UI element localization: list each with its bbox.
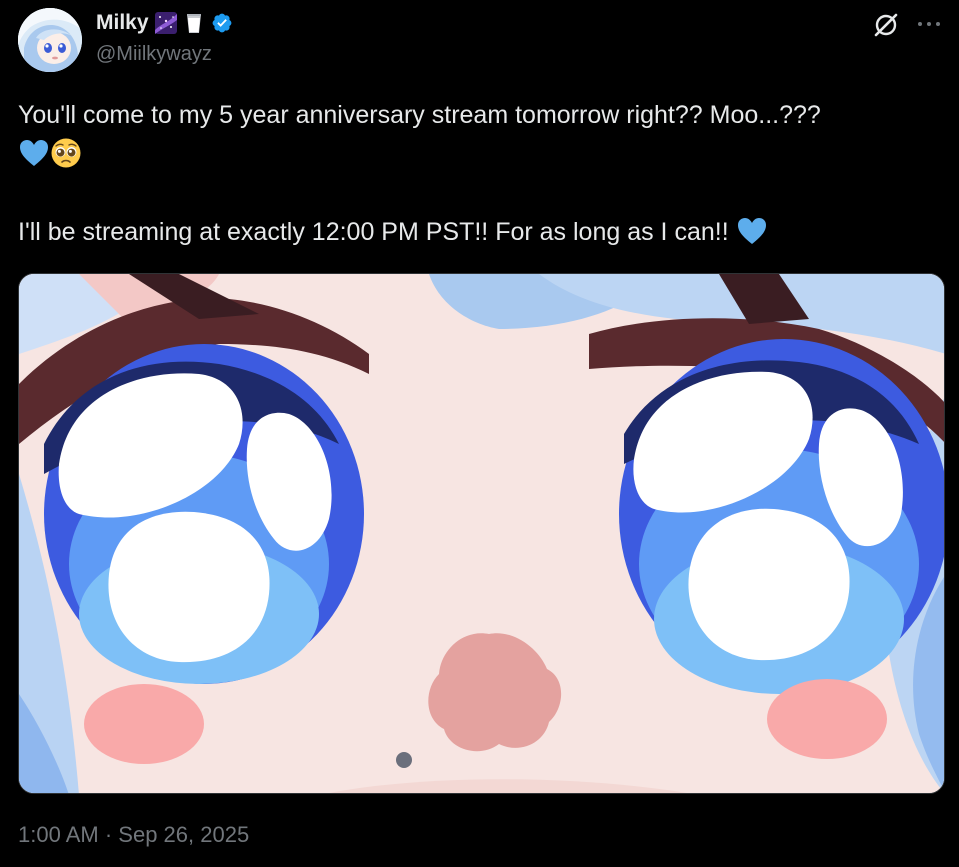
anime-face-illustration [19,274,944,793]
tweet-text-spacer [18,174,943,213]
tweet-media-image[interactable] [18,273,945,794]
blue-heart-emoji [736,215,768,247]
tweet-text-emoji-line [18,135,943,174]
meta-separator: · [98,822,119,847]
tweet-text-line-1: You'll come to my 5 year anniversary str… [18,101,821,129]
tweet-timestamp[interactable]: 1:00 AM · Sep 26, 2025 [18,822,249,848]
blue-heart-emoji [18,137,50,169]
tweet-text: You'll come to my 5 year anniversary str… [18,96,943,252]
tweet-time[interactable]: 1:00 AM [18,822,99,847]
tweet-text-line-3-text: I'll be streaming at exactly 12:00 PM PS… [18,218,729,246]
avatar-image [18,8,82,72]
tweet-date[interactable]: Sep 26, 2025 [118,822,249,847]
grok-icon[interactable] [872,11,900,39]
milky-way-emoji [154,12,177,34]
tweet[interactable]: Milky @Miilkywayz You'll come to my 5 ye… [0,0,959,867]
tweet-text-line-3: I'll be streaming at exactly 12:00 PM PS… [18,213,943,252]
display-name[interactable]: Milky [96,11,149,35]
avatar[interactable] [18,8,82,72]
name-row[interactable]: Milky [96,9,233,37]
glass-of-milk-emoji [183,12,205,34]
user-handle[interactable]: @Miilkywayz [96,43,212,66]
verified-badge-icon[interactable] [211,12,233,34]
pleading-face-emoji [50,137,82,169]
more-icon[interactable] [914,14,944,34]
